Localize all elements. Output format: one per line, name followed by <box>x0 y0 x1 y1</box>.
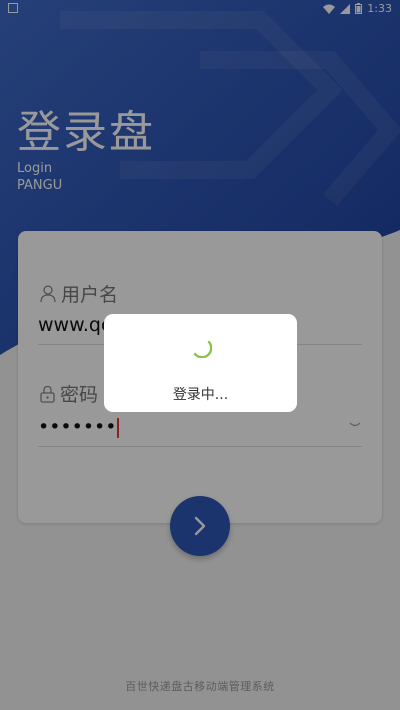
loading-dialog: 登录中... <box>104 314 297 412</box>
loading-spinner-icon <box>193 340 212 358</box>
loading-text: 登录中... <box>172 387 229 403</box>
